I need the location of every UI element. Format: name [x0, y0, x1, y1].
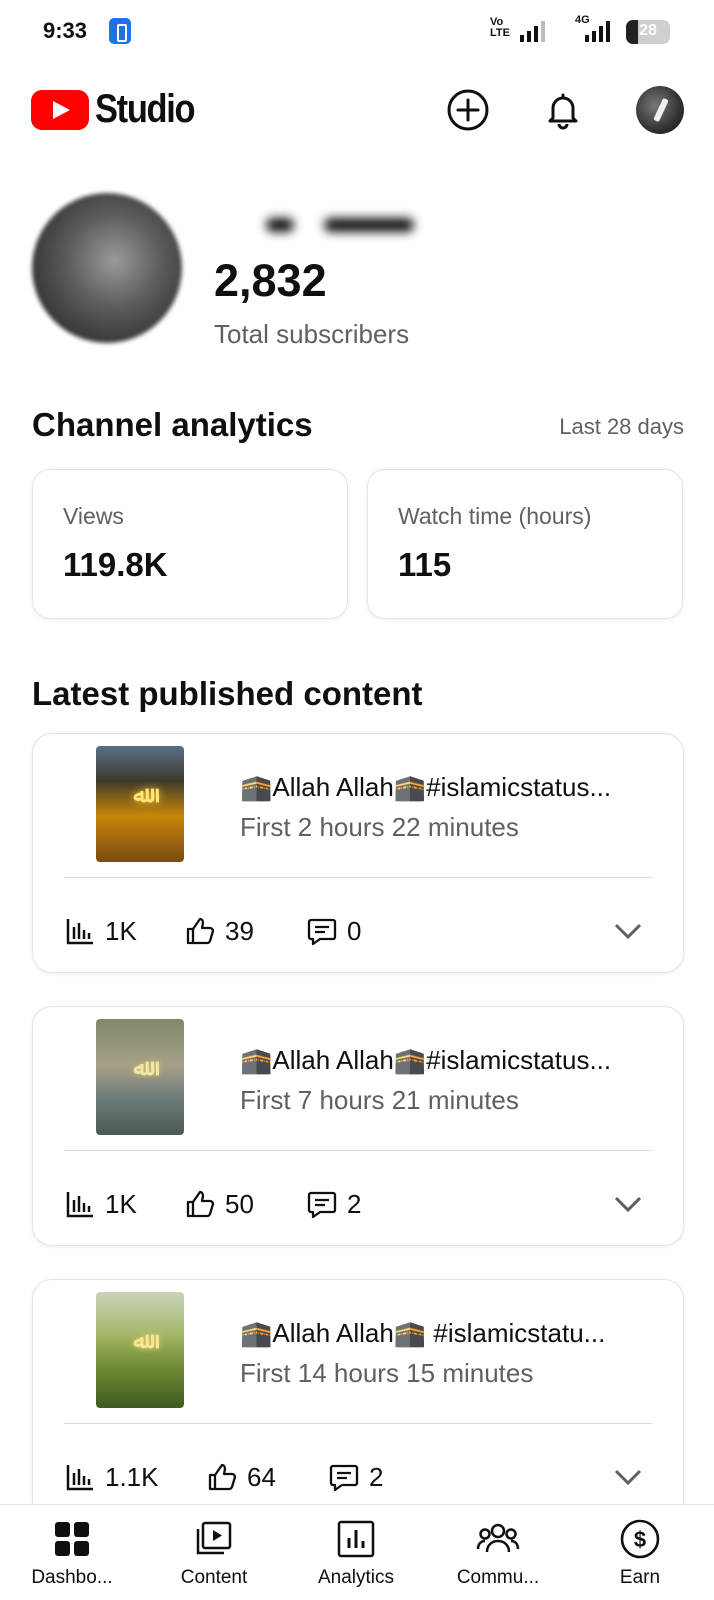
nav-label: Commu... [456, 1567, 540, 1588]
likes-metric: 50 [184, 1188, 254, 1220]
views-card[interactable]: Views 119.8K [32, 469, 348, 619]
video-title[interactable]: 🕋Allah Allah🕋#islamicstatus... [240, 1045, 660, 1076]
channel-analytics-title: Channel analytics [32, 406, 313, 443]
comments-metric: 2 [306, 1188, 361, 1220]
divider [64, 877, 652, 878]
content-icon [192, 1517, 236, 1561]
likes-metric: 64 [206, 1461, 276, 1493]
comments-value: 0 [347, 915, 362, 946]
comments-metric: 0 [306, 915, 361, 947]
nav-community[interactable]: Commu... [433, 1505, 563, 1600]
stat-value: 115 [398, 546, 452, 583]
expand-button[interactable] [611, 914, 645, 948]
bottom-navigation: Dashbo... Content Analytics Commu... $ E… [0, 1504, 714, 1600]
nav-earn[interactable]: $ Earn [575, 1505, 705, 1600]
expand-button[interactable] [611, 1460, 645, 1494]
likes-value: 39 [225, 915, 254, 946]
bar-chart-icon [66, 919, 93, 945]
thumb-up-icon [186, 1190, 215, 1218]
video-thumbnail[interactable]: ﷲ [96, 1292, 184, 1408]
volte-indicator: Vo LTE [490, 16, 510, 39]
stat-label: Views [63, 503, 124, 529]
nav-content[interactable]: Content [149, 1505, 279, 1600]
subscriber-count: 2,832 [214, 255, 327, 306]
status-time: 9:33 [43, 18, 88, 43]
thumb-up-icon [186, 917, 215, 945]
account-avatar[interactable] [636, 86, 684, 134]
nav-label: Analytics [317, 1567, 395, 1588]
chevron-down-icon [614, 923, 642, 940]
views-value: 1.1K [105, 1461, 159, 1492]
earn-icon: $ [618, 1517, 662, 1561]
youtube-logo-icon [31, 90, 89, 130]
content-card[interactable]: ﷲ 🕋Allah Allah🕋#islamicstatus... First 2… [32, 733, 684, 973]
views-value: 1K [105, 915, 137, 946]
views-metric: 1K [64, 915, 137, 947]
video-period: First 14 hours 15 minutes [240, 1358, 534, 1388]
views-value: 1K [105, 1188, 137, 1219]
create-icon [447, 89, 489, 131]
status-bar: 9:33 Vo LTE 4G 28 [0, 0, 714, 62]
notification-app-icon [109, 18, 131, 44]
video-thumbnail[interactable]: ﷲ [96, 746, 184, 862]
channel-avatar[interactable] [32, 193, 182, 343]
nav-dashboard[interactable]: Dashbo... [7, 1505, 137, 1600]
content-card[interactable]: ﷲ 🕋Allah Allah🕋#islamicstatus... First 7… [32, 1006, 684, 1246]
video-period: First 7 hours 21 minutes [240, 1085, 519, 1115]
video-period: First 2 hours 22 minutes [240, 812, 519, 842]
notifications-icon [548, 93, 578, 130]
nav-label: Dashbo... [31, 1567, 113, 1588]
app-header: Studio [0, 80, 714, 140]
video-title[interactable]: 🕋Allah Allah🕋#islamicstatus... [240, 772, 660, 803]
date-range-label: Last 28 days [559, 414, 684, 439]
notifications-button[interactable] [539, 86, 587, 134]
dashboard-icon [50, 1517, 94, 1561]
battery-level: 28 [639, 22, 657, 39]
bar-chart-icon [66, 1465, 93, 1491]
bar-chart-icon [66, 1192, 93, 1218]
app-title: Studio [95, 87, 196, 131]
nav-analytics[interactable]: Analytics [291, 1505, 421, 1600]
views-metric: 1.1K [64, 1461, 159, 1493]
signal-strength-icon-2 [585, 20, 610, 42]
create-button[interactable] [444, 86, 492, 134]
chevron-down-icon [614, 1469, 642, 1486]
expand-button[interactable] [611, 1187, 645, 1221]
battery-icon: 28 [626, 20, 670, 44]
divider [64, 1423, 652, 1424]
thumb-up-icon [208, 1463, 237, 1491]
comment-icon [329, 1464, 359, 1492]
channel-name-blurred [214, 208, 434, 240]
watch-time-card[interactable]: Watch time (hours) 115 [367, 469, 683, 619]
content-card[interactable]: ﷲ 🕋Allah Allah🕋 #islamicstatu... First 1… [32, 1279, 684, 1519]
likes-value: 50 [225, 1188, 254, 1219]
community-icon [476, 1517, 520, 1561]
analytics-icon [334, 1517, 378, 1561]
comment-icon [307, 918, 337, 946]
signal-strength-icon [520, 20, 545, 42]
nav-label: Earn [619, 1567, 661, 1588]
views-metric: 1K [64, 1188, 137, 1220]
likes-metric: 39 [184, 915, 254, 947]
comments-value: 2 [369, 1461, 384, 1492]
stat-label: Watch time (hours) [398, 503, 592, 529]
comment-icon [307, 1191, 337, 1219]
comments-metric: 2 [328, 1461, 383, 1493]
video-thumbnail[interactable]: ﷲ [96, 1019, 184, 1135]
latest-content-title: Latest published content [32, 675, 423, 712]
likes-value: 64 [247, 1461, 276, 1492]
subscriber-label: Total subscribers [214, 319, 410, 349]
chevron-down-icon [614, 1196, 642, 1213]
divider [64, 1150, 652, 1151]
nav-label: Content [180, 1567, 248, 1588]
comments-value: 2 [347, 1188, 362, 1219]
video-title[interactable]: 🕋Allah Allah🕋 #islamicstatu... [240, 1318, 660, 1349]
svg-text:$: $ [634, 1527, 646, 1552]
stat-value: 119.8K [63, 546, 168, 583]
